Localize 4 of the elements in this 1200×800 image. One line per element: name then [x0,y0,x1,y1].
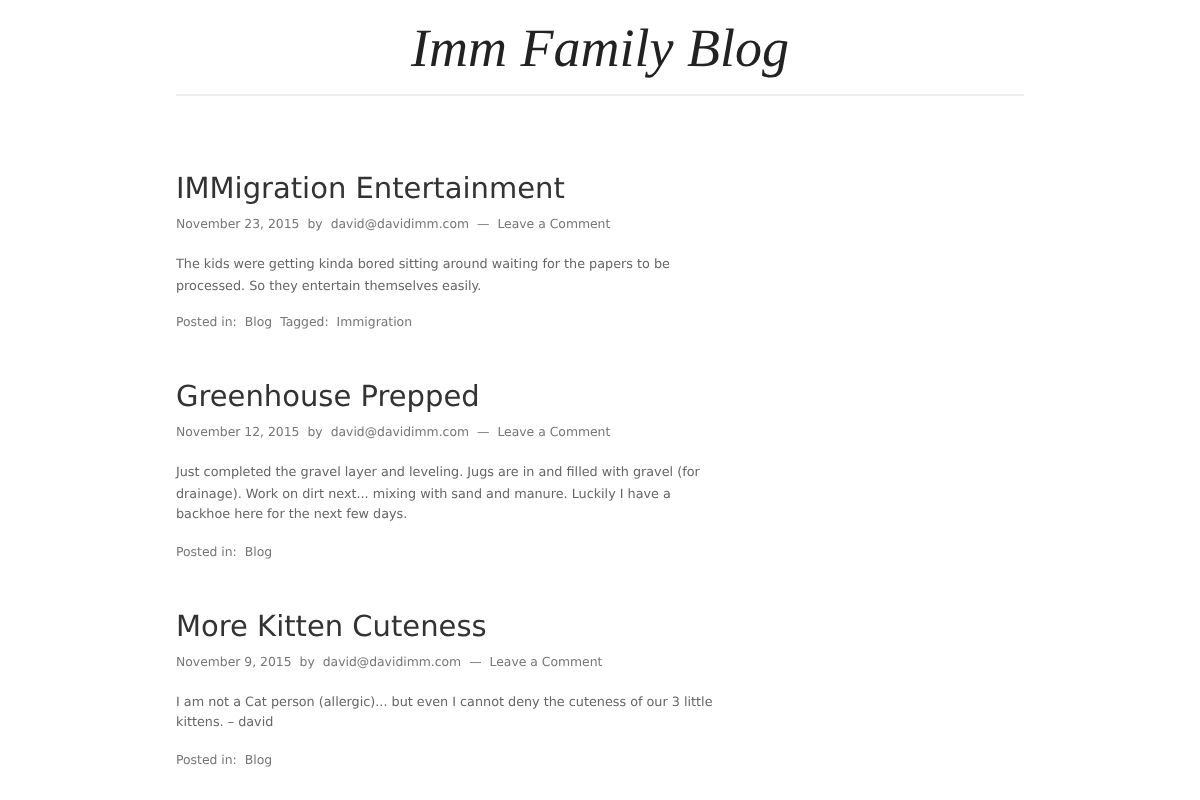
post-title[interactable]: More Kitten Cuteness [176,609,726,645]
site-title[interactable]: Imm Family Blog [411,18,789,78]
post-title[interactable]: IMMigration Entertainment [176,172,726,208]
post-title[interactable]: Greenhouse Prepped [176,380,726,416]
